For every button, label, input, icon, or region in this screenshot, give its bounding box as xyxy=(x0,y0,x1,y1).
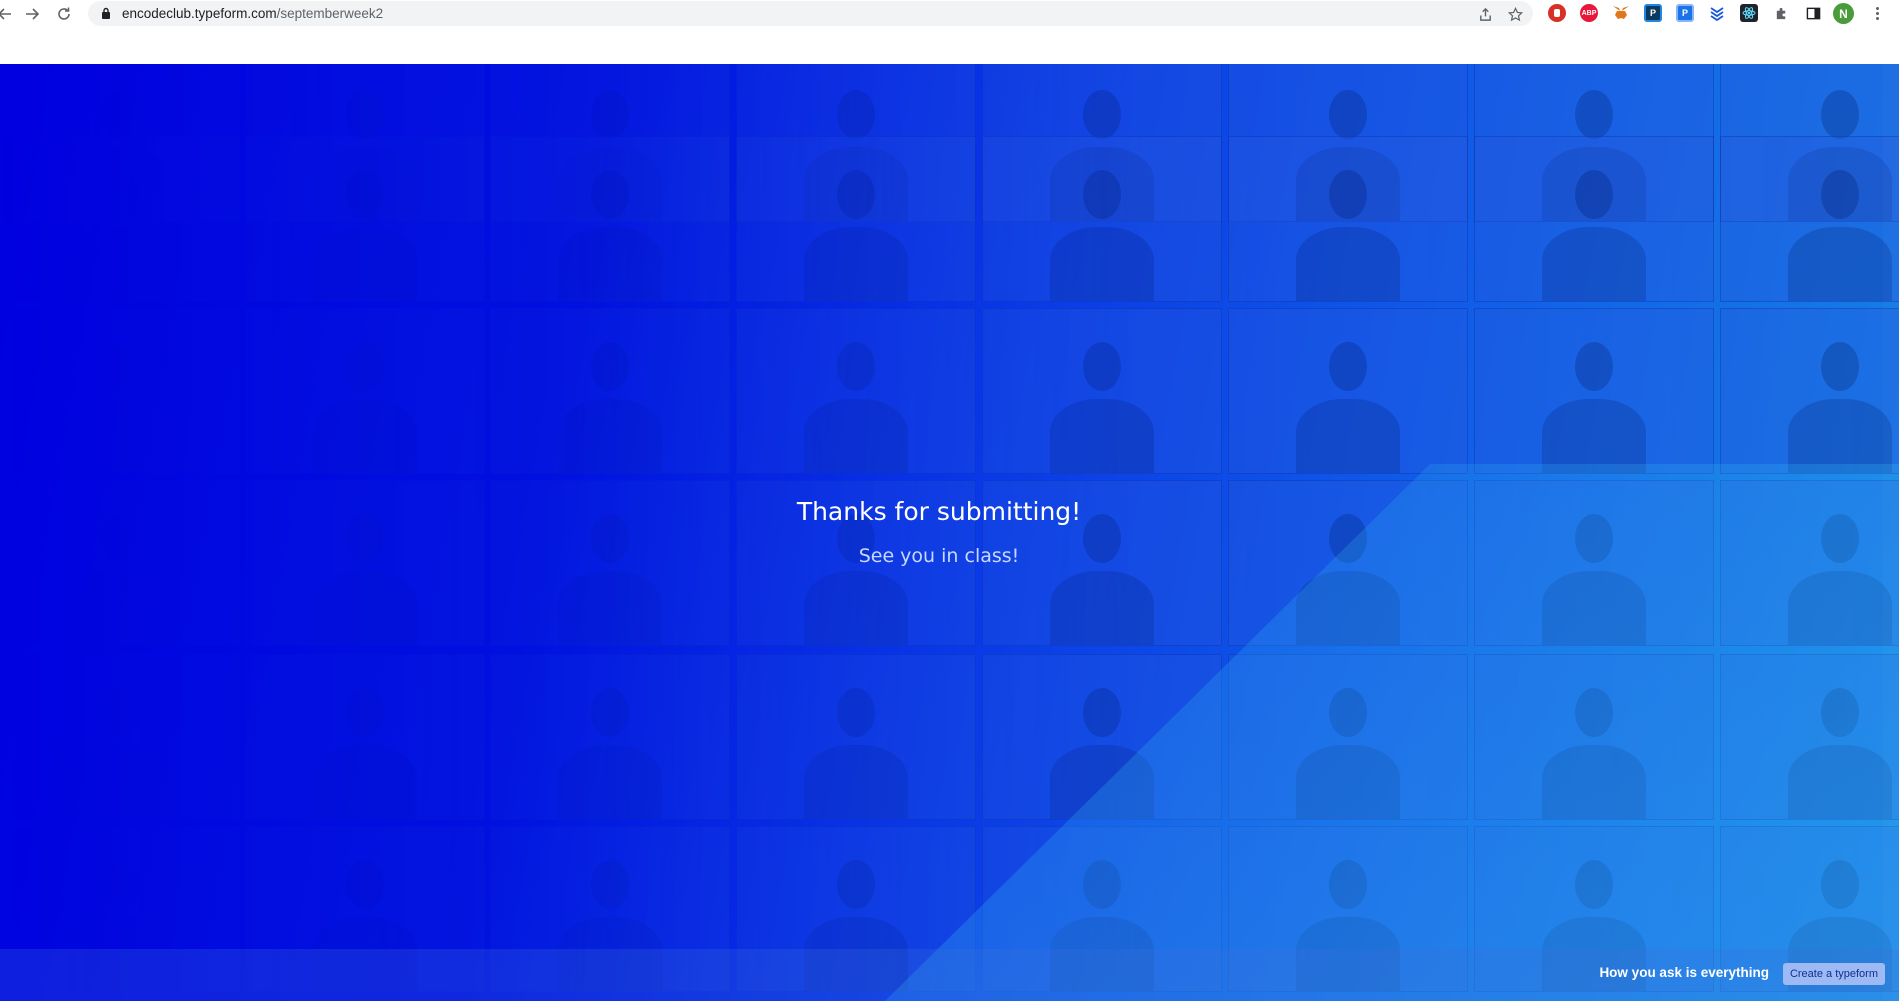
react-devtools-icon[interactable] xyxy=(1740,4,1758,22)
fox-icon xyxy=(1613,6,1629,19)
browser-menu-button[interactable] xyxy=(1869,4,1885,22)
arrow-left-icon xyxy=(0,8,11,20)
extensions-icon xyxy=(1776,7,1785,19)
bookmark-star-button[interactable] xyxy=(1506,5,1524,23)
p-blue-extension-icon[interactable]: P xyxy=(1676,4,1694,22)
url-host: encodeclub.typeform.com xyxy=(122,6,277,21)
branding-tagline: How you ask is everything xyxy=(1599,965,1769,980)
lock-icon xyxy=(102,7,110,19)
thank-you-subtitle: See you in class! xyxy=(858,545,1020,567)
reload-button[interactable] xyxy=(53,3,75,25)
p-extension-label: P xyxy=(1649,8,1656,18)
puzzle-piece-icon[interactable] xyxy=(1772,4,1790,22)
page-scrollbar[interactable] xyxy=(1883,64,1899,1001)
side-panel-icon[interactable] xyxy=(1804,4,1822,22)
side-panel-glyph-icon xyxy=(1806,7,1820,19)
url-text: encodeclub.typeform.com/septemberweek2 xyxy=(122,6,383,21)
stack-extension-icon[interactable] xyxy=(1708,4,1726,22)
thank-you-message: Thanks for submitting! See you in class! xyxy=(0,64,1878,1001)
star-icon xyxy=(1507,6,1523,21)
abp-label: ABP xyxy=(1581,9,1597,17)
address-bar[interactable]: encodeclub.typeform.com/septemberweek2 xyxy=(88,1,1533,26)
react-atom-icon xyxy=(1742,7,1756,19)
arrow-right-icon xyxy=(26,8,40,20)
thank-you-title: Thanks for submitting! xyxy=(796,497,1082,526)
back-button[interactable] xyxy=(0,3,16,25)
adblock-stop-icon[interactable] xyxy=(1548,4,1566,22)
url-path: /septemberweek2 xyxy=(276,6,384,21)
hand-icon xyxy=(1554,9,1560,17)
typeform-thank-you-screen: Thanks for submitting! See you in class!… xyxy=(0,64,1899,1001)
forward-button[interactable] xyxy=(21,3,43,25)
browser-toolbar: encodeclub.typeform.com/septemberweek2 A… xyxy=(0,0,1899,27)
typeform-branding-footer: How you ask is everything Create a typef… xyxy=(0,949,1899,1001)
p-blue-extension-label: P xyxy=(1681,8,1688,18)
share-icon xyxy=(1479,7,1491,21)
abp-icon[interactable]: ABP xyxy=(1580,4,1598,22)
reload-icon xyxy=(58,7,70,20)
profile-avatar[interactable]: N xyxy=(1833,3,1854,24)
create-typeform-button[interactable]: Create a typeform xyxy=(1782,963,1885,985)
metamask-fox-icon[interactable] xyxy=(1612,4,1630,22)
chevrons-icon xyxy=(1710,7,1724,21)
profile-initial: N xyxy=(1839,6,1848,21)
p-extension-icon[interactable]: P xyxy=(1644,4,1662,22)
share-button[interactable] xyxy=(1476,5,1494,23)
bookmarks-bar xyxy=(0,27,1899,75)
